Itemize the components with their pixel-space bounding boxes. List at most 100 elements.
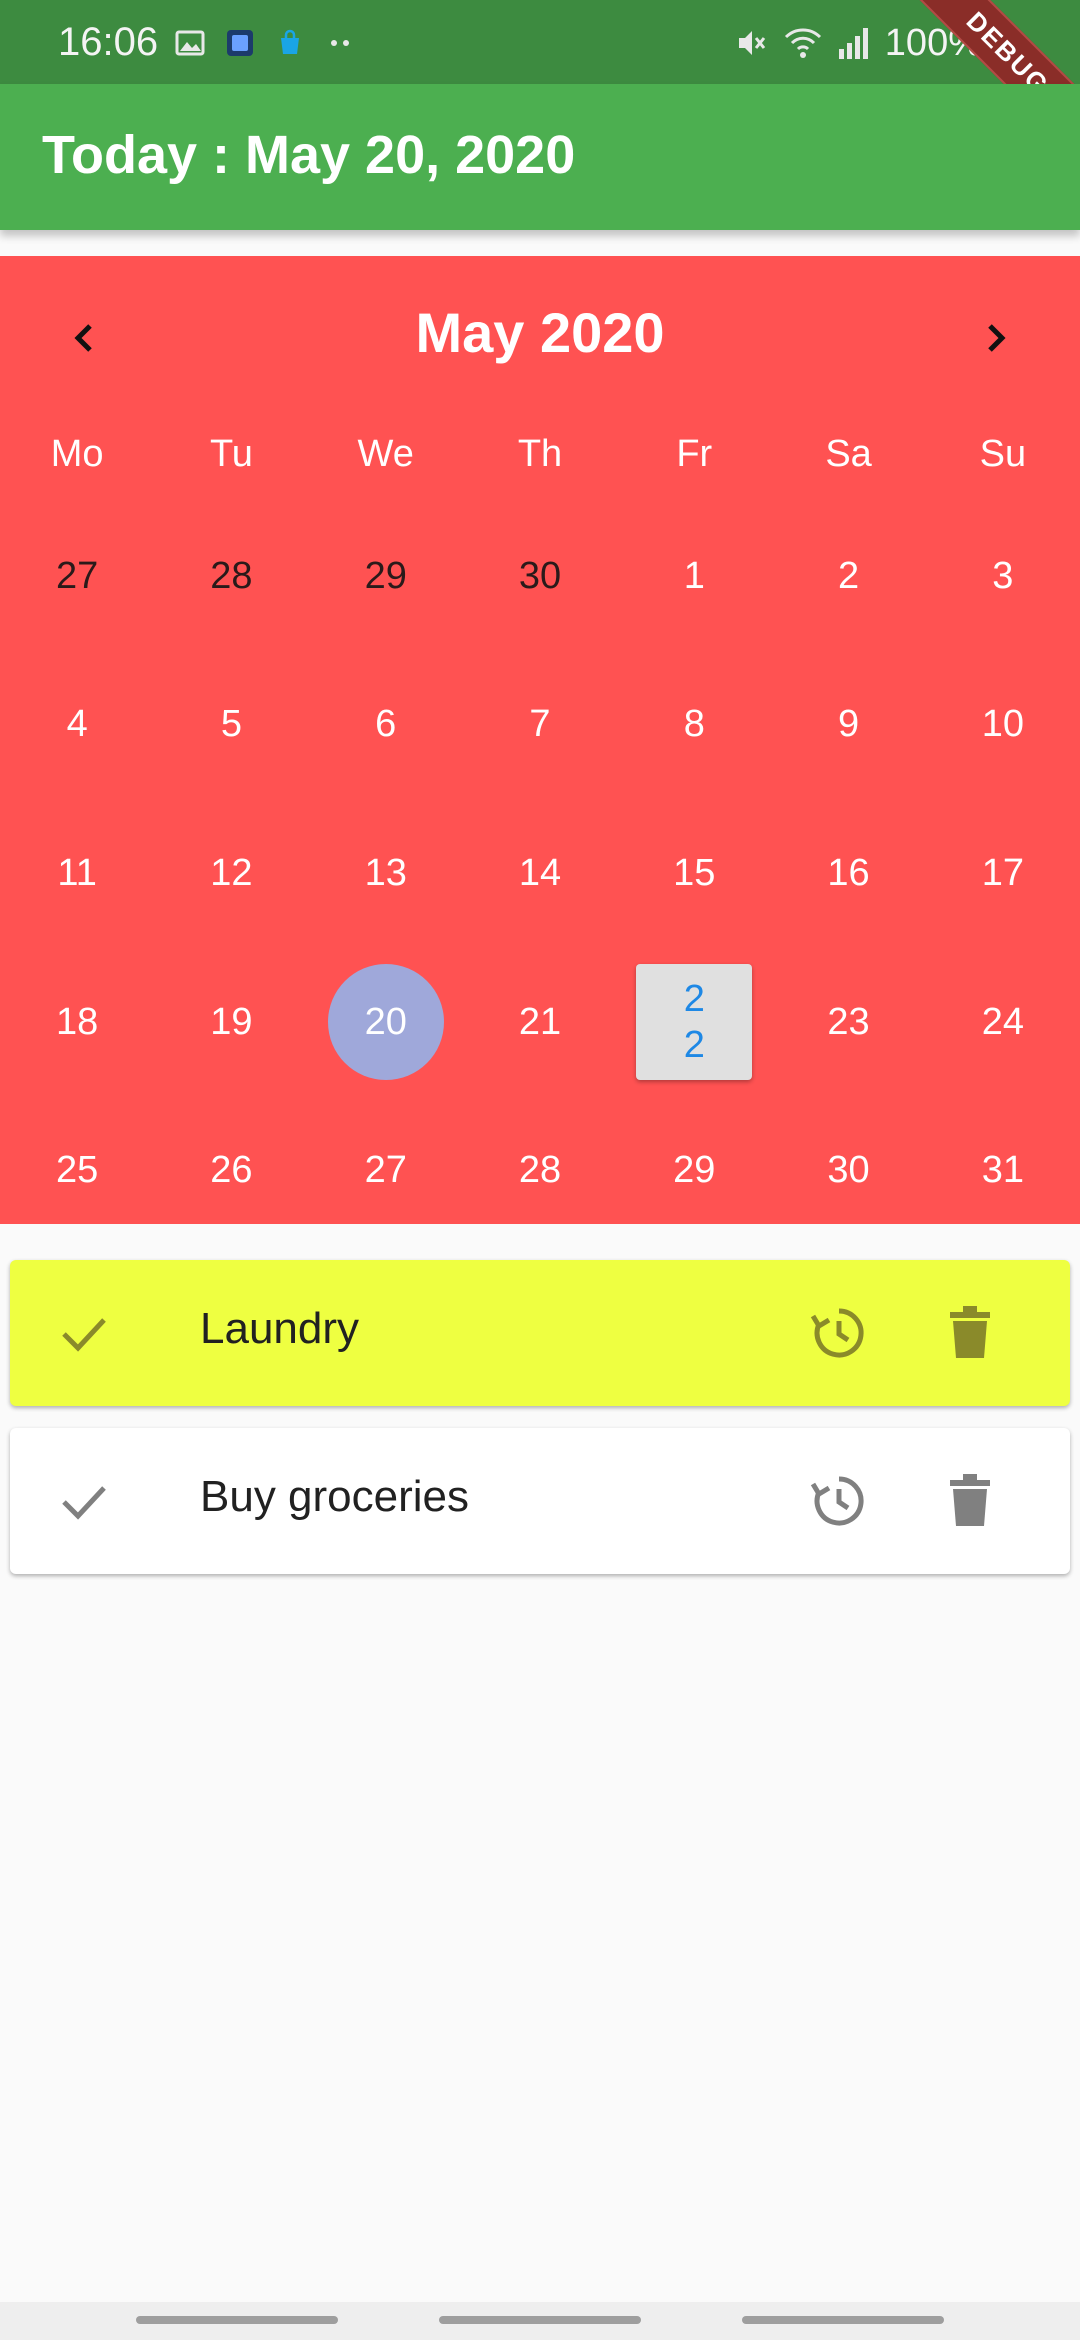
calendar-month-label: May 2020 — [415, 301, 665, 364]
calendar-day-number: 21 — [518, 1000, 562, 1043]
calendar-day[interactable]: 7 — [463, 651, 617, 800]
calendar-day[interactable]: 13 — [309, 799, 463, 948]
calendar-day[interactable]: 28 — [463, 1096, 617, 1245]
system-nav-bar — [0, 2302, 1080, 2340]
calendar-day-number: 7 — [529, 703, 551, 746]
calendar-day[interactable]: 18 — [0, 948, 154, 1097]
calendar-day[interactable]: 1 — [617, 502, 771, 651]
snooze-icon[interactable] — [810, 1472, 868, 1530]
calendar-day[interactable]: 29 — [309, 502, 463, 651]
calendar-day[interactable]: 6 — [309, 651, 463, 800]
calendar-day[interactable]: 29 — [617, 1096, 771, 1245]
calendar-day[interactable]: 19 — [154, 948, 308, 1097]
calendar-day-number: 24 — [981, 1000, 1024, 1043]
calendar-day[interactable]: 2 — [771, 502, 925, 651]
calendar-day[interactable]: 27 — [309, 1096, 463, 1245]
calendar-day-number: 15 — [673, 851, 716, 894]
calendar-day[interactable]: 21 — [463, 948, 617, 1097]
calendar-day[interactable]: 11 — [0, 799, 154, 948]
calendar-day[interactable]: 10 — [926, 651, 1080, 800]
calendar-day-number: 27 — [56, 554, 99, 597]
status-bar: 16:06 100% DEBUG — [0, 0, 1080, 177]
calendar-day[interactable]: 14 — [463, 799, 617, 948]
calendar-day-number: 28 — [210, 554, 253, 597]
dots-icon — [331, 40, 349, 46]
calendar-day[interactable]: 24 — [926, 948, 1080, 1097]
calendar-day-number: 22 — [683, 978, 705, 1067]
check-icon[interactable] — [56, 1306, 112, 1362]
app-bar: Today : May 20, 2020 — [0, 84, 1080, 230]
trash-icon[interactable] — [940, 1302, 1000, 1362]
chevron-right-icon — [988, 324, 1006, 352]
next-month-button[interactable] — [966, 308, 1026, 368]
calendar-day[interactable]: 30 — [771, 1096, 925, 1245]
task-item[interactable]: Laundry — [10, 1260, 1070, 1406]
weekday-label: Tu — [209, 433, 253, 475]
weekday-label: Su — [979, 433, 1027, 475]
task-title: Buy groceries — [200, 1472, 470, 1521]
page-title: Today : May 20, 2020 — [42, 125, 576, 185]
calendar-day[interactable]: 16 — [771, 799, 925, 948]
calendar-day-number: 4 — [66, 703, 88, 746]
calendar-day-number: 30 — [518, 554, 562, 597]
calendar-day[interactable]: 17 — [926, 799, 1080, 948]
weekday-label: Fr — [676, 433, 713, 475]
calendar-day-number: 6 — [375, 703, 397, 746]
calendar-day[interactable]: 22 — [617, 948, 771, 1097]
calendar-day[interactable]: 4 — [0, 651, 154, 800]
status-notification-icons — [174, 26, 356, 60]
calendar-day-number: 19 — [210, 1000, 253, 1043]
calendar-day[interactable]: 31 — [926, 1096, 1080, 1245]
calendar-day[interactable]: 5 — [154, 651, 308, 800]
weekday-row: Mo Tu We Th Fr Sa Su — [0, 424, 1080, 484]
calendar-day-number: 18 — [56, 1000, 99, 1043]
app-icon — [227, 30, 253, 56]
nav-recents-button[interactable] — [136, 2316, 338, 2324]
calendar-day[interactable]: 8 — [617, 651, 771, 800]
signal-icon — [838, 28, 868, 59]
calendar-day-number: 3 — [992, 554, 1014, 597]
calendar-day-number: 29 — [673, 1149, 716, 1192]
snooze-icon[interactable] — [810, 1304, 868, 1362]
task-item[interactable]: Buy groceries — [10, 1428, 1070, 1574]
calendar-day-number: 1 — [683, 554, 705, 597]
calendar-day[interactable]: 9 — [771, 651, 925, 800]
calendar-day-number: 20 — [364, 1000, 407, 1043]
calendar-day[interactable]: 30 — [463, 502, 617, 651]
calendar-day[interactable]: 27 — [0, 502, 154, 651]
status-time: 16:06 — [58, 20, 159, 64]
calendar-day-number: 5 — [220, 703, 242, 746]
calendar-day-number: 9 — [837, 703, 860, 746]
calendar-day[interactable]: 28 — [154, 502, 308, 651]
calendar-day-number: 28 — [518, 1149, 562, 1192]
calendar-day-number: 10 — [981, 703, 1024, 746]
calendar-day-number: 8 — [683, 703, 705, 746]
check-icon[interactable] — [56, 1474, 112, 1530]
calendar-day-number: 30 — [827, 1149, 870, 1192]
calendar: May 2020 Mo Tu We Th Fr Sa Su 27 28 29 30 1 2 3 4 5 6 7 8… — [0, 256, 1080, 1224]
calendar-day-number: 26 — [210, 1149, 253, 1192]
calendar-day[interactable]: 12 — [154, 799, 308, 948]
calendar-day-number: 12 — [210, 851, 253, 894]
calendar-day[interactable]: 3 — [926, 502, 1080, 651]
nav-home-button[interactable] — [439, 2316, 641, 2324]
calendar-day[interactable]: 25 — [0, 1096, 154, 1245]
weekday-label: Sa — [825, 433, 872, 475]
calendar-day[interactable]: 26 — [154, 1096, 308, 1245]
calendar-day-grid: 27 28 29 30 1 2 3 4 5 6 7 8 9 10 11 12 13 14 15 16 17 18 19 20 2… — [0, 502, 1080, 1245]
trash-icon[interactable] — [940, 1470, 1000, 1530]
weekday-label: Th — [517, 433, 563, 475]
calendar-day-number: 23 — [827, 1000, 870, 1043]
nav-back-button[interactable] — [742, 2316, 944, 2324]
calendar-day-number: 17 — [981, 851, 1024, 894]
calendar-day-number: 29 — [364, 554, 407, 597]
calendar-day[interactable]: 15 — [617, 799, 771, 948]
task-title: Laundry — [200, 1304, 360, 1353]
calendar-day-number: 16 — [827, 851, 870, 894]
calendar-day-number: 11 — [57, 851, 97, 894]
weekday-label: Mo — [50, 433, 104, 475]
calendar-day-number: 27 — [364, 1149, 407, 1192]
calendar-day[interactable]: 23 — [771, 948, 925, 1097]
bag-icon — [281, 29, 299, 54]
calendar-day[interactable]: 20 — [309, 948, 463, 1097]
